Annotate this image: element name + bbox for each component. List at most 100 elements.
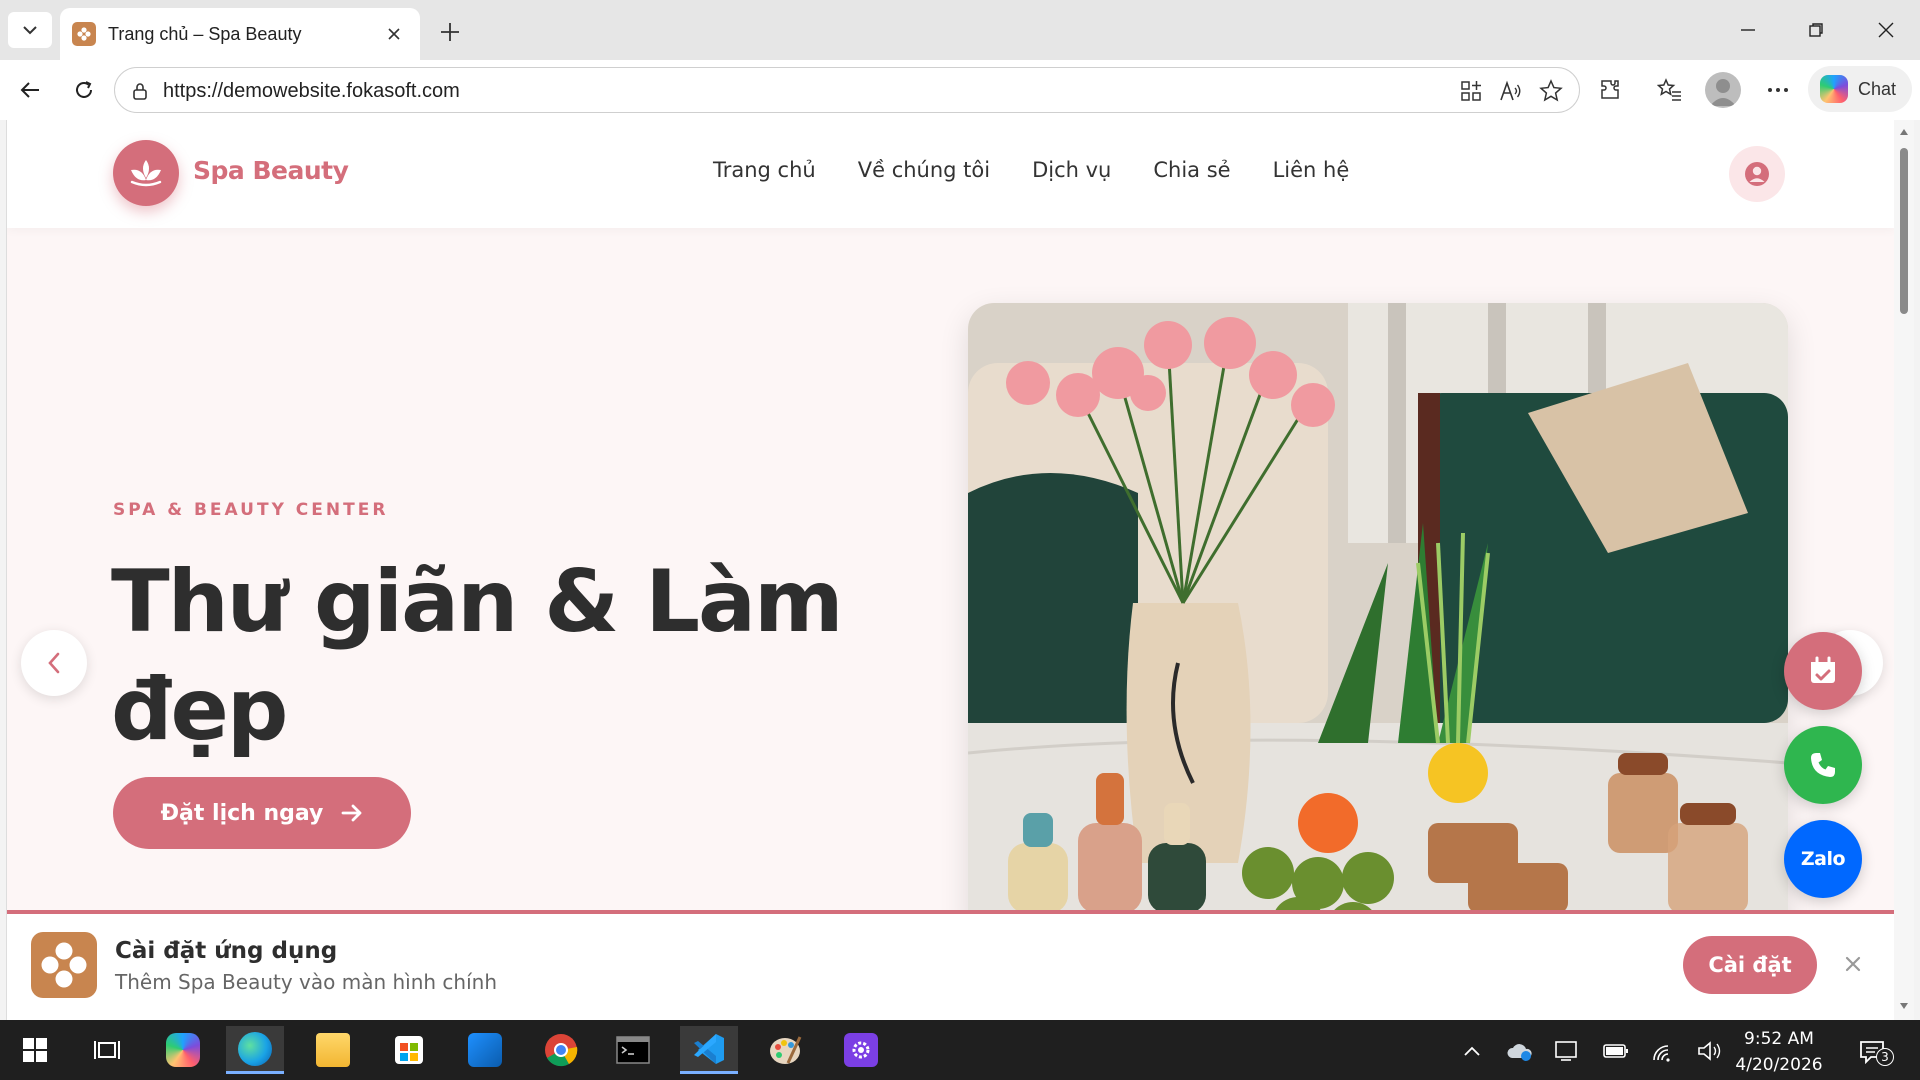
display-icon[interactable] [1552, 1038, 1580, 1064]
floating-booking-button[interactable] [1784, 632, 1862, 710]
back-button[interactable] [10, 72, 50, 108]
onedrive-icon[interactable] [1506, 1038, 1534, 1064]
book-now-label: Đặt lịch ngay [160, 800, 324, 826]
plus-icon [441, 23, 459, 41]
taskbar-clock[interactable]: 9:52 AM 4/20/2026 [1724, 1026, 1834, 1078]
tab-close-button[interactable] [380, 20, 408, 48]
folder-icon [316, 1033, 350, 1067]
tab-title: Trang chủ – Spa Beauty [108, 23, 302, 44]
install-subtitle: Thêm Spa Beauty vào màn hình chính [115, 970, 498, 994]
store-icon [395, 1036, 423, 1064]
task-view-icon [94, 1041, 120, 1059]
back-icon [20, 82, 39, 98]
nav-item-share[interactable]: Chia sẻ [1153, 158, 1230, 182]
scroll-down-icon[interactable] [1898, 1000, 1910, 1012]
scroll-up-icon[interactable] [1898, 126, 1910, 138]
chevron-left-icon [48, 652, 60, 674]
taskbar-store[interactable] [380, 1026, 438, 1074]
calendar-icon [1811, 656, 1835, 683]
battery-icon[interactable] [1602, 1038, 1630, 1064]
copilot-icon [166, 1033, 200, 1067]
url-text[interactable]: https://demowebsite.fokasoft.com [163, 80, 460, 103]
palette-icon [770, 1036, 802, 1064]
site-header: Spa Beauty Trang chủ Về chúng tôi Dịch v… [7, 120, 1894, 228]
main-nav: Trang chủ Về chúng tôi Dịch vụ Chia sẻ L… [713, 158, 1391, 182]
extensions-button[interactable] [1590, 72, 1630, 108]
book-now-button[interactable]: Đặt lịch ngay [113, 777, 411, 849]
active-tab[interactable]: Trang chủ – Spa Beauty [60, 8, 420, 60]
nav-item-services[interactable]: Dịch vụ [1032, 158, 1111, 182]
more-button[interactable] [1758, 72, 1798, 108]
wifi-icon[interactable] [1650, 1038, 1678, 1064]
notification-center-button[interactable]: 3 [1852, 1034, 1894, 1070]
close-icon [1878, 22, 1894, 38]
edge-icon [238, 1031, 272, 1066]
site-logo[interactable] [113, 140, 179, 206]
lotus-icon [130, 160, 162, 187]
browser-toolbar: https://demowebsite.fokasoft.com Chat [0, 60, 1920, 120]
phone-icon [1811, 753, 1835, 777]
taskbar-settings-app[interactable] [832, 1026, 890, 1074]
volume-icon[interactable] [1696, 1038, 1724, 1064]
address-bar[interactable]: https://demowebsite.fokasoft.com [114, 67, 1580, 113]
brand-name[interactable]: Spa Beauty [193, 156, 349, 185]
minimize-icon [1741, 29, 1755, 31]
start-button[interactable] [6, 1026, 64, 1074]
taskbar-copilot[interactable] [154, 1026, 212, 1074]
hero-image [968, 303, 1788, 943]
spa-favicon-icon [72, 22, 96, 46]
read-aloud-icon[interactable] [1495, 75, 1527, 107]
restore-button[interactable] [1788, 8, 1844, 52]
close-icon [388, 28, 400, 40]
scrollbar-thumb[interactable] [1900, 148, 1908, 314]
minimize-button[interactable] [1720, 8, 1776, 52]
taskbar-file-explorer[interactable] [304, 1026, 362, 1074]
notification-count: 3 [1876, 1048, 1894, 1066]
chrome-icon [545, 1034, 578, 1067]
taskbar-outlook[interactable] [456, 1026, 514, 1074]
copilot-chat-button[interactable]: Chat [1808, 66, 1912, 112]
install-close-button[interactable] [1837, 948, 1869, 980]
install-title: Cài đặt ứng dụng [115, 938, 338, 964]
task-view-button[interactable] [78, 1026, 136, 1074]
user-icon [1745, 162, 1769, 186]
apps-icon[interactable] [1455, 75, 1487, 107]
floating-call-button[interactable] [1784, 726, 1862, 804]
nav-item-about[interactable]: Về chúng tôi [858, 158, 990, 182]
web-page: Spa Beauty Trang chủ Về chúng tôi Dịch v… [6, 120, 1894, 1020]
taskbar-vscode[interactable] [680, 1026, 738, 1074]
hero-eyebrow: SPA & BEAUTY CENTER [113, 500, 389, 520]
tray-chevron-up-icon[interactable] [1458, 1038, 1486, 1064]
taskbar-paint[interactable] [756, 1026, 814, 1074]
user-account-button[interactable] [1729, 146, 1785, 202]
tab-list-button[interactable] [8, 12, 52, 48]
nav-item-home[interactable]: Trang chủ [713, 158, 816, 182]
copilot-icon [1820, 75, 1848, 103]
taskbar-edge[interactable] [226, 1026, 284, 1074]
favorites-button[interactable] [1650, 72, 1690, 108]
hero-title: Thư giãn & Làm đẹp [111, 552, 844, 760]
lock-icon[interactable] [129, 80, 151, 102]
outlook-icon [468, 1033, 502, 1067]
profile-avatar[interactable] [1705, 72, 1741, 108]
install-button[interactable]: Cài đặt [1683, 936, 1817, 994]
clock-date: 4/20/2026 [1735, 1055, 1823, 1075]
floating-zalo-button[interactable]: Zalo [1784, 820, 1862, 898]
taskbar-chrome[interactable] [532, 1026, 590, 1074]
terminal-icon [616, 1036, 650, 1064]
close-window-button[interactable] [1858, 8, 1914, 52]
slider-prev-button[interactable] [21, 630, 87, 696]
new-tab-button[interactable] [432, 14, 468, 50]
favorite-icon[interactable] [1535, 75, 1567, 107]
tab-list-icon [23, 26, 37, 35]
install-button-label: Cài đặt [1708, 953, 1792, 977]
copilot-label: Chat [1858, 78, 1897, 99]
page-scrollbar[interactable] [1894, 120, 1914, 1020]
arrow-right-icon [342, 804, 362, 822]
zalo-label: Zalo [1800, 848, 1846, 870]
refresh-button[interactable] [64, 72, 104, 108]
taskbar-terminal[interactable] [604, 1026, 662, 1074]
extensions-icon [1601, 80, 1619, 99]
refresh-icon [76, 81, 92, 98]
nav-item-contact[interactable]: Liên hệ [1273, 158, 1350, 182]
